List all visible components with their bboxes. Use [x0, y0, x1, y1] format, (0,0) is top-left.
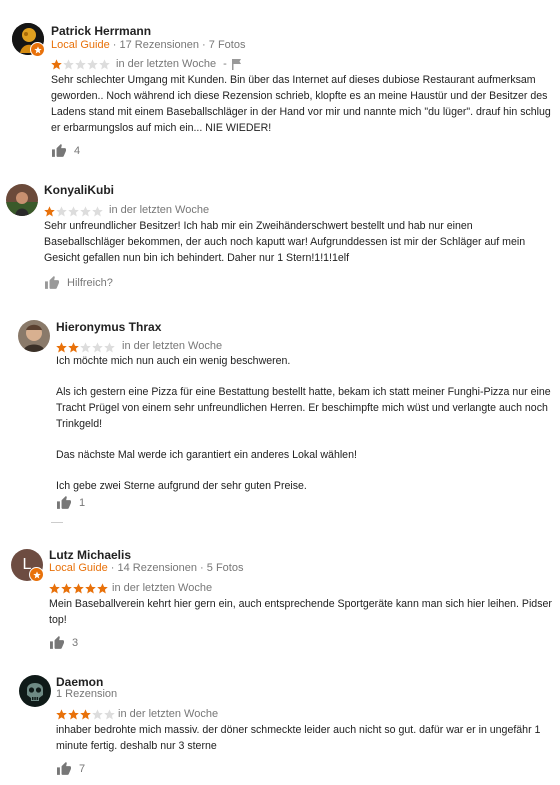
review-date: in der letzten Woche	[122, 340, 223, 352]
like-count: 4	[74, 144, 81, 157]
reviewer-stats: · 14 Rezensionen · 5 Fotos	[107, 562, 244, 574]
review-date: in der letzten Woche	[118, 708, 219, 720]
thumbs-up-icon	[57, 496, 71, 509]
star-empty-icon	[68, 206, 79, 217]
review-paragraph: Das nächste Mal werde ich garantiert ein…	[56, 449, 357, 461]
star-filled-icon	[97, 583, 108, 594]
review-paragraph: Ich möchte mich nun auch ein wenig besch…	[56, 355, 291, 367]
review-date-text: in der letzten Woche	[116, 58, 217, 70]
local-guide-star-icon	[30, 42, 45, 57]
reviewer-meta: Local Guide · 17 Rezensionen · 7 Fotos	[51, 39, 245, 51]
review-text: Mein Baseballverein kehrt hier gern ein,…	[49, 596, 554, 628]
like-button[interactable]: 7	[57, 762, 85, 775]
reviewer-meta: Local Guide · 14 Rezensionen · 5 Fotos	[49, 562, 243, 574]
star-rating	[56, 709, 115, 720]
star-filled-icon	[85, 583, 96, 594]
reviewer-name[interactable]: Lutz Michaelis	[49, 548, 131, 562]
review-text: Sehr unfreundlicher Besitzer! Ich hab mi…	[44, 218, 556, 266]
star-empty-icon	[104, 342, 115, 353]
star-empty-icon	[92, 342, 103, 353]
star-filled-icon	[49, 583, 60, 594]
review-text: Sehr schlechter Umgang mit Kunden. Bin ü…	[51, 72, 556, 136]
star-empty-icon	[80, 206, 91, 217]
star-empty-icon	[99, 59, 110, 70]
star-rating	[49, 583, 108, 594]
star-empty-icon	[87, 59, 98, 70]
like-button[interactable]: 3	[50, 636, 78, 649]
review-text: Ich möchte mich nun auch ein wenig besch…	[56, 353, 554, 494]
reviewer-name[interactable]: Hieronymus Thrax	[56, 320, 161, 334]
review-date: in der letzten Woche -	[116, 58, 227, 70]
local-guide-star-icon	[29, 567, 44, 582]
star-filled-icon	[56, 709, 67, 720]
star-filled-icon	[68, 709, 79, 720]
flag-icon[interactable]	[232, 59, 242, 70]
reviewer-name[interactable]: Patrick Herrmann	[51, 24, 151, 38]
star-filled-icon	[80, 709, 91, 720]
review-paragraph: Mein Baseballverein kehrt hier gern ein,…	[49, 598, 552, 626]
review-paragraph: Sehr unfreundlicher Besitzer! Ich hab mi…	[44, 220, 526, 264]
thumbs-up-icon	[50, 636, 64, 649]
review-date: in der letzten Woche	[109, 204, 210, 216]
thumbs-up-icon	[45, 276, 59, 289]
star-rating	[51, 59, 110, 70]
date-separator: -	[223, 58, 227, 70]
reviewer-name[interactable]: KonyaliKubi	[44, 183, 114, 197]
star-empty-icon	[104, 709, 115, 720]
star-filled-icon	[68, 342, 79, 353]
star-empty-icon	[80, 342, 91, 353]
reviewer-name[interactable]: Daemon	[56, 675, 103, 689]
star-empty-icon	[92, 709, 103, 720]
like-count: 1	[79, 496, 86, 509]
star-filled-icon	[51, 59, 62, 70]
reviewer-stats: · 17 Rezensionen · 7 Fotos	[109, 39, 246, 51]
like-count: 7	[79, 762, 86, 775]
review-paragraph: Als ich gestern eine Pizza für eine Best…	[56, 386, 551, 430]
review-text: inhaber bedrohte mich massiv. der döner …	[56, 722, 554, 754]
like-count: 3	[72, 636, 79, 649]
star-empty-icon	[75, 59, 86, 70]
local-guide-label[interactable]: Local Guide	[49, 562, 108, 574]
star-empty-icon	[92, 206, 103, 217]
star-filled-icon	[73, 583, 84, 594]
like-button[interactable]: 1	[57, 496, 85, 509]
reviewer-meta: 1 Rezension	[56, 688, 118, 700]
review-date: in der letzten Woche	[112, 582, 213, 594]
star-rating	[56, 342, 115, 353]
like-button[interactable]: 4	[52, 144, 80, 157]
divider	[51, 522, 63, 523]
star-empty-icon	[56, 206, 67, 217]
star-filled-icon	[56, 342, 67, 353]
avatar[interactable]	[19, 675, 51, 707]
thumbs-up-icon	[57, 762, 71, 775]
thumbs-up-icon	[52, 144, 66, 157]
review-paragraph: inhaber bedrohte mich massiv. der döner …	[56, 724, 541, 752]
helpful-label: Hilfreich?	[67, 276, 113, 289]
avatar[interactable]	[18, 320, 50, 352]
review-paragraph: Ich gebe zwei Sterne aufgrund der sehr g…	[56, 480, 307, 492]
star-filled-icon	[61, 583, 72, 594]
star-filled-icon	[44, 206, 55, 217]
star-empty-icon	[63, 59, 74, 70]
review-paragraph: Sehr schlechter Umgang mit Kunden. Bin ü…	[51, 74, 551, 134]
avatar[interactable]	[6, 184, 38, 216]
star-rating	[44, 206, 103, 217]
local-guide-label[interactable]: Local Guide	[51, 39, 110, 51]
helpful-button[interactable]: Hilfreich?	[45, 276, 113, 289]
